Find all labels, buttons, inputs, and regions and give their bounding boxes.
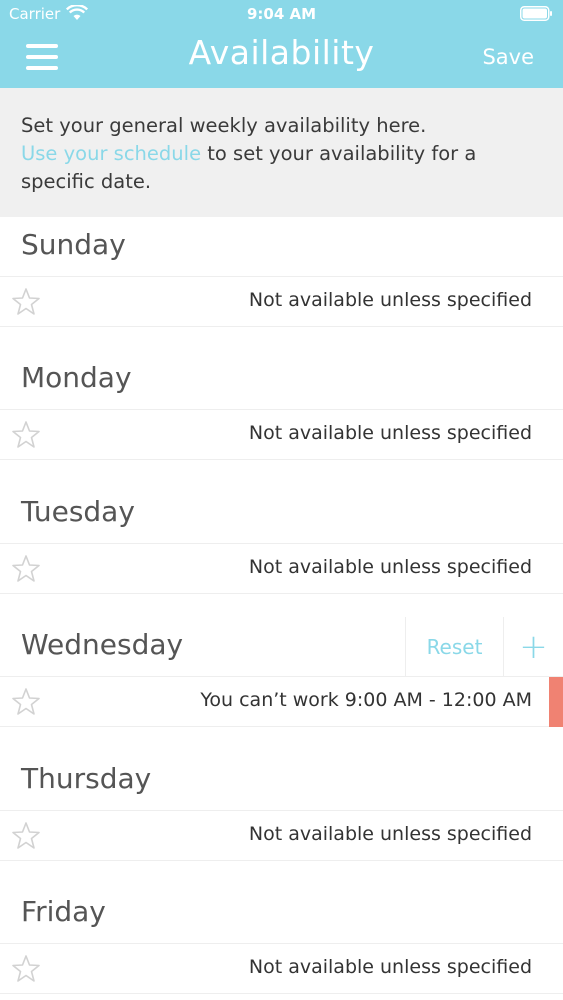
star-icon[interactable] bbox=[11, 954, 41, 984]
availability-row-monday[interactable]: Not available unless specified bbox=[0, 410, 563, 460]
add-icon[interactable]: + bbox=[503, 617, 563, 676]
day-actions: Reset + bbox=[405, 617, 563, 676]
battery-icon bbox=[520, 6, 552, 21]
day-header-sunday: Sunday bbox=[0, 217, 563, 277]
reset-button[interactable]: Reset bbox=[405, 617, 503, 676]
availability-status: You can’t work 9:00 AM - 12:00 AM bbox=[200, 689, 532, 711]
day-header-monday: Monday bbox=[0, 350, 563, 410]
star-icon[interactable] bbox=[11, 287, 41, 317]
availability-row-friday[interactable]: Not available unless specified bbox=[0, 944, 563, 994]
status-bar: Carrier 9:04 AM bbox=[0, 0, 563, 28]
availability-row-sunday[interactable]: Not available unless specified bbox=[0, 277, 563, 327]
day-header-friday: Friday bbox=[0, 884, 563, 944]
day-title: Wednesday bbox=[21, 628, 184, 661]
app-header: Carrier 9:04 AM Availability Save bbox=[0, 0, 563, 88]
availability-status: Not available unless specified bbox=[248, 556, 532, 578]
day-title: Sunday bbox=[21, 228, 126, 261]
availability-row-tuesday[interactable]: Not available unless specified bbox=[0, 544, 563, 594]
day-title: Monday bbox=[21, 361, 132, 394]
status-time: 9:04 AM bbox=[246, 5, 317, 23]
day-title: Friday bbox=[21, 895, 106, 928]
day-header-tuesday: Tuesday bbox=[0, 484, 563, 544]
availability-status: Not available unless specified bbox=[248, 823, 532, 845]
save-button[interactable]: Save bbox=[482, 45, 534, 69]
availability-row-thursday[interactable]: Not available unless specified bbox=[0, 811, 563, 861]
intro-banner: Set your general weekly availability her… bbox=[0, 88, 563, 217]
star-icon[interactable] bbox=[11, 554, 41, 584]
day-header-wednesday: Wednesday Reset + bbox=[0, 617, 563, 677]
unavailable-marker bbox=[549, 677, 563, 727]
nav-bar: Availability Save bbox=[0, 28, 563, 88]
page-title: Availability bbox=[188, 33, 375, 72]
availability-row-wednesday[interactable]: You can’t work 9:00 AM - 12:00 AM bbox=[0, 677, 563, 727]
day-title: Thursday bbox=[21, 762, 152, 795]
intro-text: Set your general weekly availability her… bbox=[21, 114, 427, 137]
use-schedule-link[interactable]: Use your schedule bbox=[21, 142, 201, 165]
star-icon[interactable] bbox=[11, 420, 41, 450]
day-header-thursday: Thursday bbox=[0, 751, 563, 811]
star-icon[interactable] bbox=[11, 687, 41, 717]
star-icon[interactable] bbox=[11, 821, 41, 851]
availability-status: Not available unless specified bbox=[248, 956, 532, 978]
availability-status: Not available unless specified bbox=[248, 422, 532, 444]
availability-status: Not available unless specified bbox=[248, 289, 532, 311]
day-title: Tuesday bbox=[21, 495, 135, 528]
